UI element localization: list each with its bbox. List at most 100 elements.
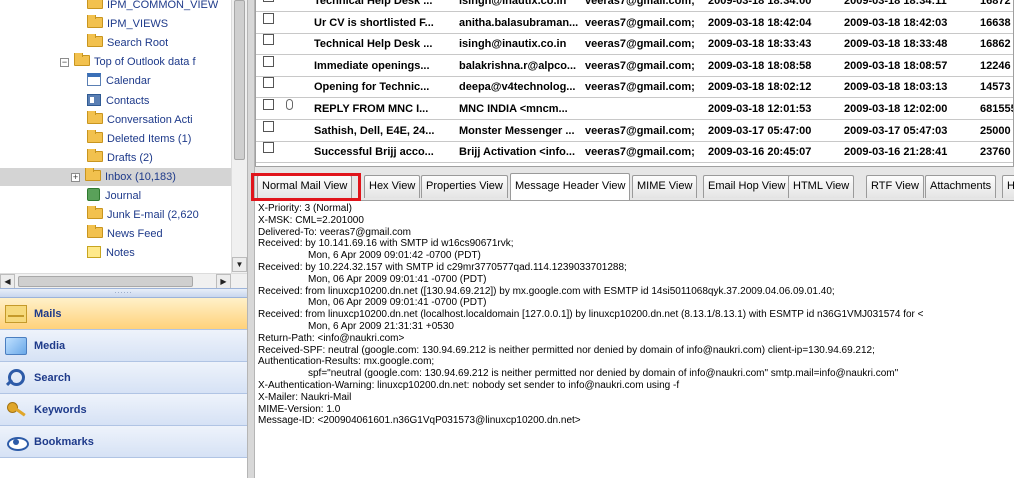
tree-item[interactable]: IPM_COMMON_VIEW: [87, 0, 218, 14]
tree-item[interactable]: − Top of Outlook data f: [60, 53, 196, 71]
nav-item-label: Search: [34, 372, 71, 384]
expand-icon[interactable]: +: [71, 172, 80, 182]
header-line: Received: by 10.224.32.157 with SMTP id …: [258, 261, 627, 273]
tab-hex-view[interactable]: Hex View: [364, 175, 421, 198]
tree-item[interactable]: Junk E-mail (2,620: [87, 206, 199, 224]
subject-cell: Technical Help Desk ...: [314, 0, 433, 7]
folder-icon: [87, 129, 103, 143]
nav-item-label: Keywords: [34, 404, 87, 416]
table-row[interactable]: REPLY FROM MNC I... MNC INDIA <mncm... 200…: [256, 99, 1013, 120]
tree-item-label: Journal: [105, 190, 142, 202]
table-row[interactable]: Successful Brijj acco... Brijj Activation…: [256, 142, 1013, 164]
pane-splitter[interactable]: [247, 0, 255, 478]
tree-item[interactable]: News Feed: [87, 225, 163, 243]
nav-item-bookmarks[interactable]: Bookmarks: [0, 426, 247, 458]
size-cell: 25000: [980, 124, 1011, 137]
tab-properties-view[interactable]: Properties View: [421, 175, 508, 198]
tree-item-label: IPM_VIEWS: [107, 18, 169, 31]
row-checkbox[interactable]: [263, 34, 274, 46]
folder-tree[interactable]: IPM_COMMON_VIEW IPM_VIEWS Search Root − Top …: [0, 0, 247, 288]
tree-item-label: IPM_COMMON_VIEW: [107, 0, 219, 11]
nav-items: Mails Media Search Keywords Bookmarks: [0, 298, 247, 458]
table-row[interactable]: Technical Help Desk ... isingh@inautix.co…: [256, 34, 1013, 56]
navigation-pane: ...... Mails Media Search Keywords Bookmarks: [0, 288, 247, 478]
received-cell: 2009-03-16 21:28:41: [844, 146, 948, 159]
tab-email-hop-view[interactable]: Email Hop View: [703, 175, 791, 198]
tree-item[interactable]: IPM_VIEWS: [87, 15, 168, 33]
tree-horizontal-scrollbar[interactable]: ◀ ▶: [0, 273, 247, 288]
row-checkbox[interactable]: [263, 77, 274, 89]
table-row[interactable]: Opening for Technic... deepa@v4technolog.…: [256, 77, 1013, 99]
nav-item-keywords[interactable]: Keywords: [0, 394, 247, 426]
tree-item[interactable]: Deleted Items (1): [87, 129, 191, 148]
size-cell: 14573: [980, 81, 1011, 94]
tree-item[interactable]: Journal: [87, 187, 141, 205]
tree-item-label: Conversation Acti: [107, 113, 193, 126]
table-row[interactable]: Immediate openings... balakrishna.r@alpco…: [256, 55, 1013, 77]
from-cell: isingh@inautix.co.in: [459, 0, 567, 7]
header-line: Received-SPF: neutral (google.com: 130.9…: [258, 344, 875, 356]
header-line: Mon, 06 Apr 2009 09:01:41 -0700 (PDT): [308, 297, 487, 309]
journal-icon: [87, 188, 100, 201]
message-list[interactable]: Technical Help Desk ... isingh@inautix.co…: [255, 0, 1014, 167]
tab-mime-view[interactable]: MIME View: [632, 175, 698, 198]
row-checkbox[interactable]: [263, 12, 274, 24]
to-cell: veeras7@gmail.com;: [585, 16, 695, 29]
header-line: Mon, 06 Apr 2009 09:01:41 -0700 (PDT): [308, 273, 487, 285]
header-line: X-Mailer: Naukri-Mail: [258, 391, 352, 403]
tree-horizontal-scroll-thumb[interactable]: [18, 276, 193, 287]
row-checkbox[interactable]: [263, 99, 274, 110]
table-row[interactable]: Technical Help Desk ... isingh@inautix.co…: [256, 0, 1013, 12]
tree-vertical-scrollbar[interactable]: ▼: [231, 0, 247, 273]
nav-item-mails[interactable]: Mails: [0, 298, 247, 330]
tab-attachments[interactable]: Attachments: [925, 175, 997, 198]
folder-icon: [87, 206, 103, 220]
nav-item-search[interactable]: Search: [0, 362, 247, 394]
tree-vertical-scroll-thumb[interactable]: [234, 0, 245, 160]
calendar-icon: [87, 73, 101, 87]
nav-item-label: Mails: [34, 308, 62, 320]
tree-item[interactable]: + Inbox (10,183): [0, 167, 231, 186]
subject-cell: REPLY FROM MNC I...: [314, 103, 429, 115]
key-icon: [5, 401, 27, 419]
tab-h[interactable]: H: [1002, 175, 1014, 198]
scroll-down-arrow-icon[interactable]: ▼: [232, 257, 247, 272]
tab-message-header-view[interactable]: Message Header View: [510, 173, 631, 200]
message-header-view[interactable]: X-Priority: 3 (Normal) X-MSK: CML=2.20100…: [255, 201, 1014, 478]
scroll-right-arrow-icon[interactable]: ▶: [216, 274, 231, 288]
subject-cell: Ur CV is shortlisted F...: [314, 16, 434, 29]
from-cell: Brijj Activation <info...: [459, 146, 576, 159]
subject-cell: Successful Brijj acco...: [314, 146, 434, 159]
folder-icon: [87, 225, 103, 239]
header-line: X-Authentication-Warning: linuxcp10200.d…: [258, 379, 680, 391]
tree-item[interactable]: Conversation Acti: [87, 110, 193, 129]
tree-item-label: Contacts: [106, 94, 150, 107]
tab-html-view[interactable]: HTML View: [788, 175, 855, 198]
received-cell: 2009-03-18 12:02:00: [844, 103, 948, 115]
folder-icon: [87, 148, 103, 162]
scroll-left-arrow-icon[interactable]: ◀: [0, 274, 15, 288]
header-line: Return-Path: <info@naukri.com>: [258, 332, 405, 344]
tree-item[interactable]: Notes: [87, 244, 135, 262]
from-cell: MNC INDIA <mncm...: [459, 103, 568, 115]
table-row[interactable]: Sathish, Dell, E4E, 24... Monster Messeng…: [256, 120, 1013, 142]
row-checkbox[interactable]: [263, 55, 274, 67]
tab-normal-mail-view[interactable]: Normal Mail View: [257, 175, 353, 198]
tree-item[interactable]: Contacts: [87, 92, 149, 110]
subject-cell: Immediate openings...: [314, 59, 430, 72]
collapse-icon[interactable]: −: [60, 58, 69, 68]
tree-item[interactable]: Calendar: [87, 72, 151, 90]
sent-cell: 2009-03-17 05:47:00: [708, 124, 812, 137]
mail-icon: [5, 305, 27, 323]
tree-item[interactable]: Drafts (2): [87, 148, 153, 167]
header-line: Mon, 6 Apr 2009 09:01:42 -0700 (PDT): [308, 250, 481, 262]
table-row[interactable]: Ur CV is shortlisted F... anitha.balasubr…: [256, 12, 1013, 34]
row-checkbox[interactable]: [263, 120, 274, 132]
row-checkbox[interactable]: [263, 0, 274, 2]
tab-rtf-view[interactable]: RTF View: [866, 175, 924, 198]
nav-item-media[interactable]: Media: [0, 330, 247, 362]
folder-icon: [87, 34, 103, 48]
nav-pane-grip[interactable]: ......: [0, 288, 247, 298]
tree-item[interactable]: Search Root: [87, 34, 168, 52]
row-checkbox[interactable]: [263, 142, 274, 154]
